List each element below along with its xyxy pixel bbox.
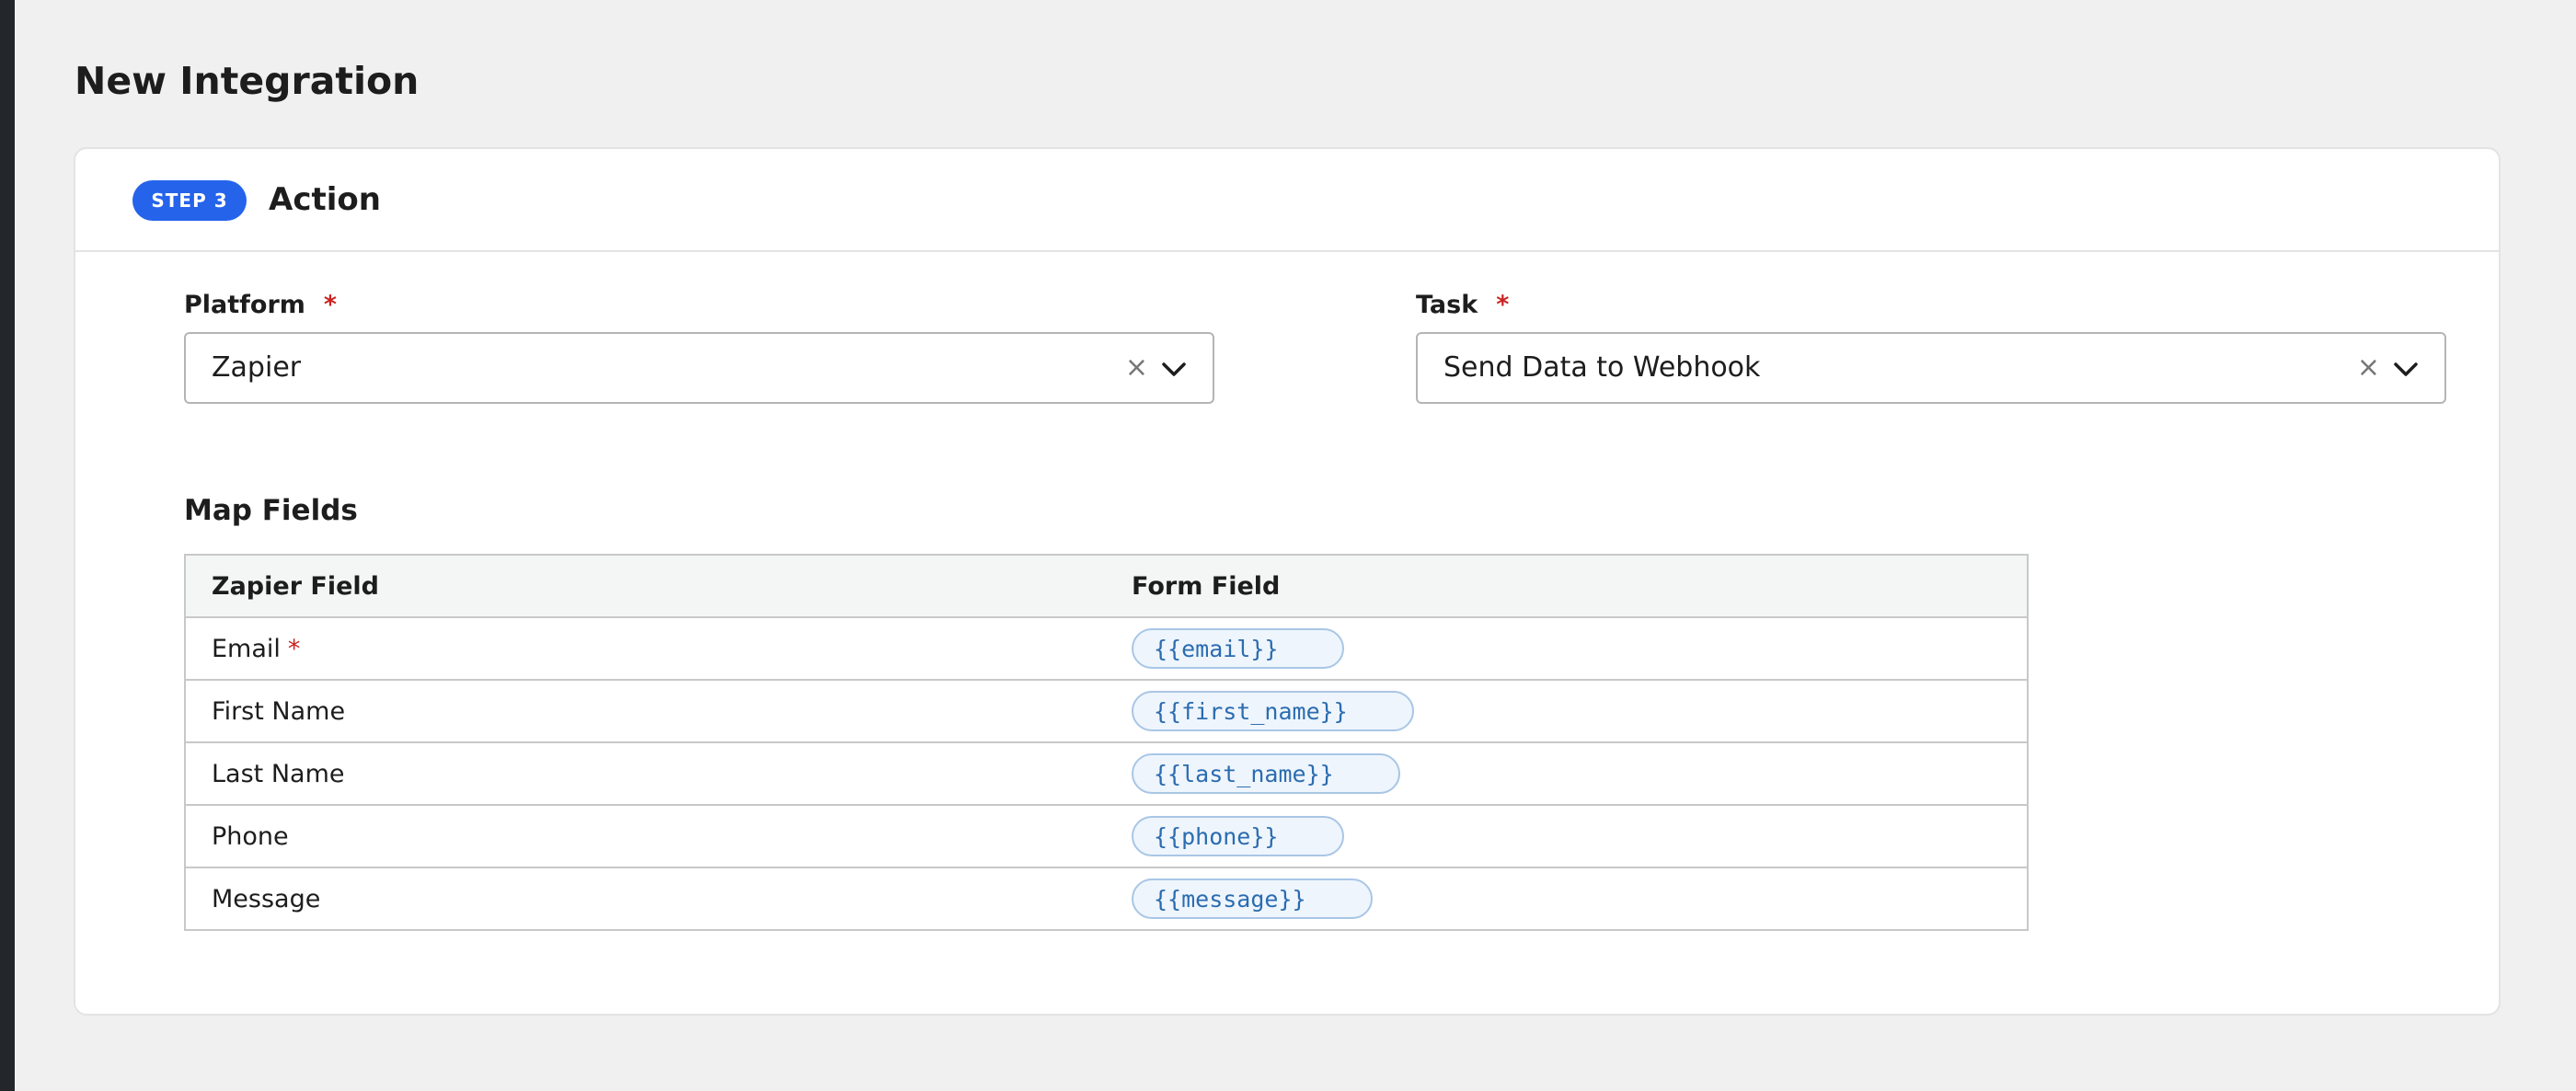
zapier-field-cell: First Name xyxy=(184,679,1106,743)
step-badge: STEP 3 xyxy=(132,180,247,221)
zapier-field-name: First Name xyxy=(212,696,346,726)
platform-label-text: Platform xyxy=(184,291,305,319)
zapier-field-name: Email xyxy=(212,634,281,663)
page-title: New Integration xyxy=(75,59,420,103)
zapier-field-cell: Email * xyxy=(184,616,1106,681)
task-select[interactable]: Send Data to Webhook × xyxy=(1416,332,2446,404)
table-row: Email * {{email}} xyxy=(184,616,2029,681)
required-mark: * xyxy=(287,634,301,663)
form-field-token[interactable]: {{first_name}} xyxy=(1132,691,1414,731)
form-field-cell: {{first_name}} xyxy=(1106,679,2029,743)
chevron-down-icon[interactable] xyxy=(1161,362,1187,378)
zapier-field-cell: Last Name xyxy=(184,741,1106,806)
form-field-cell: {{phone}} xyxy=(1106,804,2029,868)
zapier-field-cell: Phone xyxy=(184,804,1106,868)
table-row: Last Name {{last_name}} xyxy=(184,741,2029,806)
close-icon[interactable]: × xyxy=(2357,350,2380,386)
form-field-cell: {{email}} xyxy=(1106,616,2029,681)
table-row: Message {{message}} xyxy=(184,867,2029,931)
form-field-cell: {{message}} xyxy=(1106,867,2029,931)
form-field-token[interactable]: {{last_name}} xyxy=(1132,753,1400,794)
map-fields-title: Map Fields xyxy=(184,494,358,527)
platform-label: Platform * xyxy=(184,289,337,322)
form-field-token[interactable]: {{message}} xyxy=(1132,879,1373,919)
form-field-token[interactable]: {{phone}} xyxy=(1132,816,1345,856)
column-header-form-field: Form Field xyxy=(1106,554,2029,618)
task-label: Task * xyxy=(1416,289,1509,322)
zapier-field-cell: Message xyxy=(184,867,1106,931)
integration-card: STEP 3 Action Platform * Zapier × Task *… xyxy=(74,147,2501,1016)
table-row: Phone {{phone}} xyxy=(184,804,2029,868)
map-fields-table: Zapier Field Form Field Email * {{email}}… xyxy=(184,554,2029,931)
chevron-down-icon[interactable] xyxy=(2393,362,2419,378)
table-row: First Name {{first_name}} xyxy=(184,679,2029,743)
card-title: Action xyxy=(269,181,381,218)
platform-required-mark: * xyxy=(323,291,338,319)
table-header-row: Zapier Field Form Field xyxy=(184,554,2029,618)
close-icon[interactable]: × xyxy=(1125,350,1148,386)
form-field-token[interactable]: {{email}} xyxy=(1132,628,1345,669)
column-header-zapier-field: Zapier Field xyxy=(184,554,1106,618)
task-label-text: Task xyxy=(1416,291,1478,319)
platform-select-value: Zapier xyxy=(212,351,302,384)
task-required-mark: * xyxy=(1496,291,1510,319)
zapier-field-name: Phone xyxy=(212,821,289,851)
left-rail xyxy=(0,0,15,1091)
platform-select[interactable]: Zapier × xyxy=(184,332,1214,404)
zapier-field-name: Message xyxy=(212,884,321,913)
card-header: STEP 3 Action xyxy=(75,149,2499,252)
task-select-value: Send Data to Webhook xyxy=(1443,351,1761,384)
form-field-cell: {{last_name}} xyxy=(1106,741,2029,806)
zapier-field-name: Last Name xyxy=(212,759,345,788)
